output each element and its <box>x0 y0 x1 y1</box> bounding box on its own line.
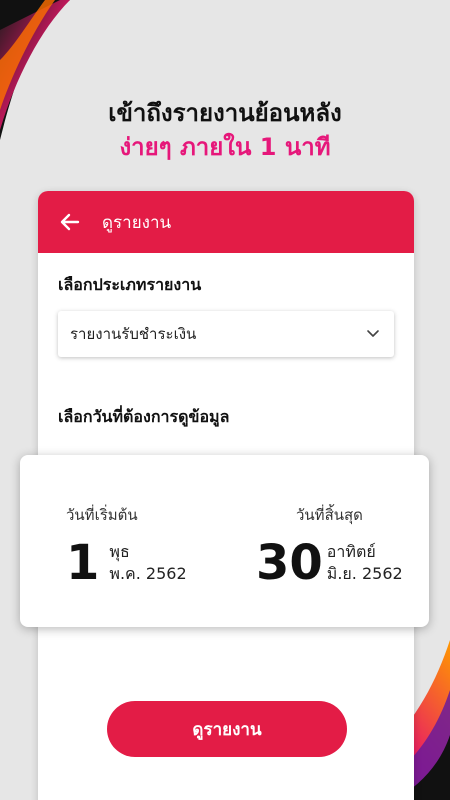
start-date-day: 1 <box>66 535 100 591</box>
start-date-month-year: พ.ค. 2562 <box>109 564 187 583</box>
chevron-down-icon <box>366 325 380 344</box>
arrow-left-icon[interactable] <box>60 211 82 233</box>
start-date[interactable]: วันที่เริ่มต้น 1 พุธ พ.ค. 2562 <box>66 503 187 591</box>
report-type-value: รายงานรับชำระเงิน <box>70 325 197 343</box>
view-report-button[interactable]: ดูรายงาน <box>107 701 347 757</box>
headline-line-1: เข้าถึงรายงานย้อนหลัง <box>108 99 342 127</box>
end-date-month-year: มิ.ย. 2562 <box>326 564 403 583</box>
headline-line-2: ง่ายๆ ภายใน 1 นาที <box>119 133 331 161</box>
app-bar-title: ดูรายงาน <box>102 212 172 233</box>
start-date-caption: วันที่เริ่มต้น <box>66 506 138 524</box>
report-type-label: เลือกประเภทรายงาน <box>58 275 202 294</box>
app-bar: ดูรายงาน <box>38 191 414 253</box>
end-date[interactable]: วันที่สิ้นสุด 30 อาทิตย์ มิ.ย. 2562 <box>256 503 403 591</box>
date-range-label: เลือกวันที่ต้องการดูข้อมูล <box>58 407 230 426</box>
headline: เข้าถึงรายงานย้อนหลัง ง่ายๆ ภายใน 1 นาที <box>0 96 450 164</box>
end-date-caption: วันที่สิ้นสุด <box>296 506 363 524</box>
start-date-weekday: พุธ <box>109 542 130 561</box>
report-type-select[interactable]: รายงานรับชำระเงิน <box>58 311 394 357</box>
end-date-weekday: อาทิตย์ <box>326 542 376 561</box>
date-range-card: วันที่เริ่มต้น 1 พุธ พ.ค. 2562 วันที่สิ้… <box>20 455 429 627</box>
end-date-day: 30 <box>256 535 323 591</box>
